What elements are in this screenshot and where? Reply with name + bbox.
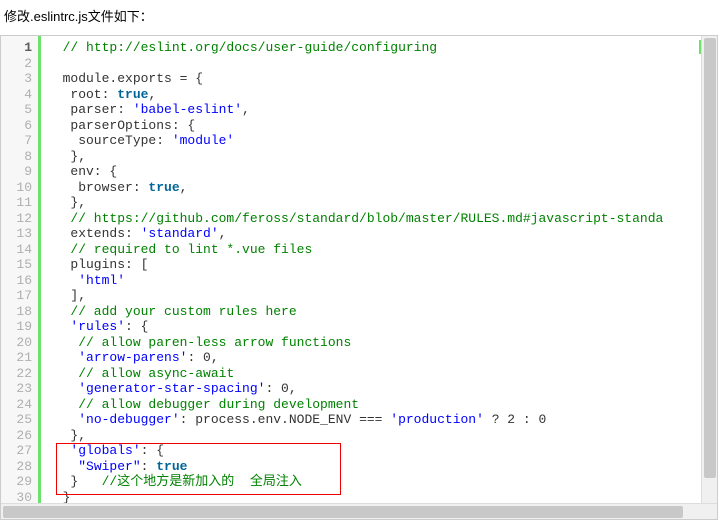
code-line: parserOptions: {	[47, 118, 711, 134]
code-line	[47, 56, 711, 72]
line-number: 7	[3, 133, 32, 149]
line-number: 18	[3, 304, 32, 320]
code-line: parser: 'babel-eslint',	[47, 102, 711, 118]
code-line: ],	[47, 288, 711, 304]
line-gutter: 1234567891011121314151617181920212223242…	[1, 36, 41, 519]
line-number: 13	[3, 226, 32, 242]
line-number: 3	[3, 71, 32, 87]
code-line: },	[47, 195, 711, 211]
code-area[interactable]: // http://eslint.org/docs/user-guide/con…	[41, 36, 717, 519]
code-line: 'no-debugger': process.env.NODE_ENV === …	[47, 412, 711, 428]
code-line: env: {	[47, 164, 711, 180]
line-number: 5	[3, 102, 32, 118]
horizontal-scrollbar[interactable]	[1, 503, 717, 519]
line-number: 22	[3, 366, 32, 382]
line-number: 1	[3, 40, 32, 56]
line-number: 29	[3, 474, 32, 490]
line-number: 4	[3, 87, 32, 103]
code-line: },	[47, 149, 711, 165]
code-editor: 1234567891011121314151617181920212223242…	[0, 35, 718, 520]
code-line: } //这个地方是新加入的 全局注入	[47, 474, 711, 490]
line-number: 24	[3, 397, 32, 413]
line-number: 19	[3, 319, 32, 335]
code-line: plugins: [	[47, 257, 711, 273]
code-line: "Swiper": true	[47, 459, 711, 475]
line-number: 23	[3, 381, 32, 397]
code-line: },	[47, 428, 711, 444]
line-number: 17	[3, 288, 32, 304]
code-line: 'rules': {	[47, 319, 711, 335]
code-line: browser: true,	[47, 180, 711, 196]
line-number: 6	[3, 118, 32, 134]
code-line: // allow paren-less arrow functions	[47, 335, 711, 351]
line-number: 8	[3, 149, 32, 165]
code-line: 'globals': {	[47, 443, 711, 459]
line-number: 9	[3, 164, 32, 180]
code-line: 'arrow-parens': 0,	[47, 350, 711, 366]
line-number: 11	[3, 195, 32, 211]
code-line: module.exports = {	[47, 71, 711, 87]
line-number: 15	[3, 257, 32, 273]
caption-text: 修改.eslintrc.js文件如下：	[0, 0, 718, 35]
code-line: // allow async-await	[47, 366, 711, 382]
line-number: 2	[3, 56, 32, 72]
line-number: 12	[3, 211, 32, 227]
line-number: 16	[3, 273, 32, 289]
vertical-scrollbar[interactable]	[701, 36, 717, 503]
line-number: 25	[3, 412, 32, 428]
code-line: // https://github.com/feross/standard/bl…	[47, 211, 711, 227]
code-line: sourceType: 'module'	[47, 133, 711, 149]
code-line: // http://eslint.org/docs/user-guide/con…	[47, 40, 711, 56]
code-line: 'generator-star-spacing': 0,	[47, 381, 711, 397]
editor-body: 1234567891011121314151617181920212223242…	[1, 36, 717, 519]
vertical-scrollbar-thumb[interactable]	[704, 38, 716, 478]
code-line: 'html'	[47, 273, 711, 289]
line-number: 28	[3, 459, 32, 475]
code-line: extends: 'standard',	[47, 226, 711, 242]
code-line: root: true,	[47, 87, 711, 103]
code-line: // allow debugger during development	[47, 397, 711, 413]
line-number: 26	[3, 428, 32, 444]
line-number: 10	[3, 180, 32, 196]
line-number: 21	[3, 350, 32, 366]
code-line: // add your custom rules here	[47, 304, 711, 320]
horizontal-scrollbar-thumb[interactable]	[3, 506, 683, 518]
line-number: 14	[3, 242, 32, 258]
code-line: // required to lint *.vue files	[47, 242, 711, 258]
line-number: 27	[3, 443, 32, 459]
line-number: 20	[3, 335, 32, 351]
